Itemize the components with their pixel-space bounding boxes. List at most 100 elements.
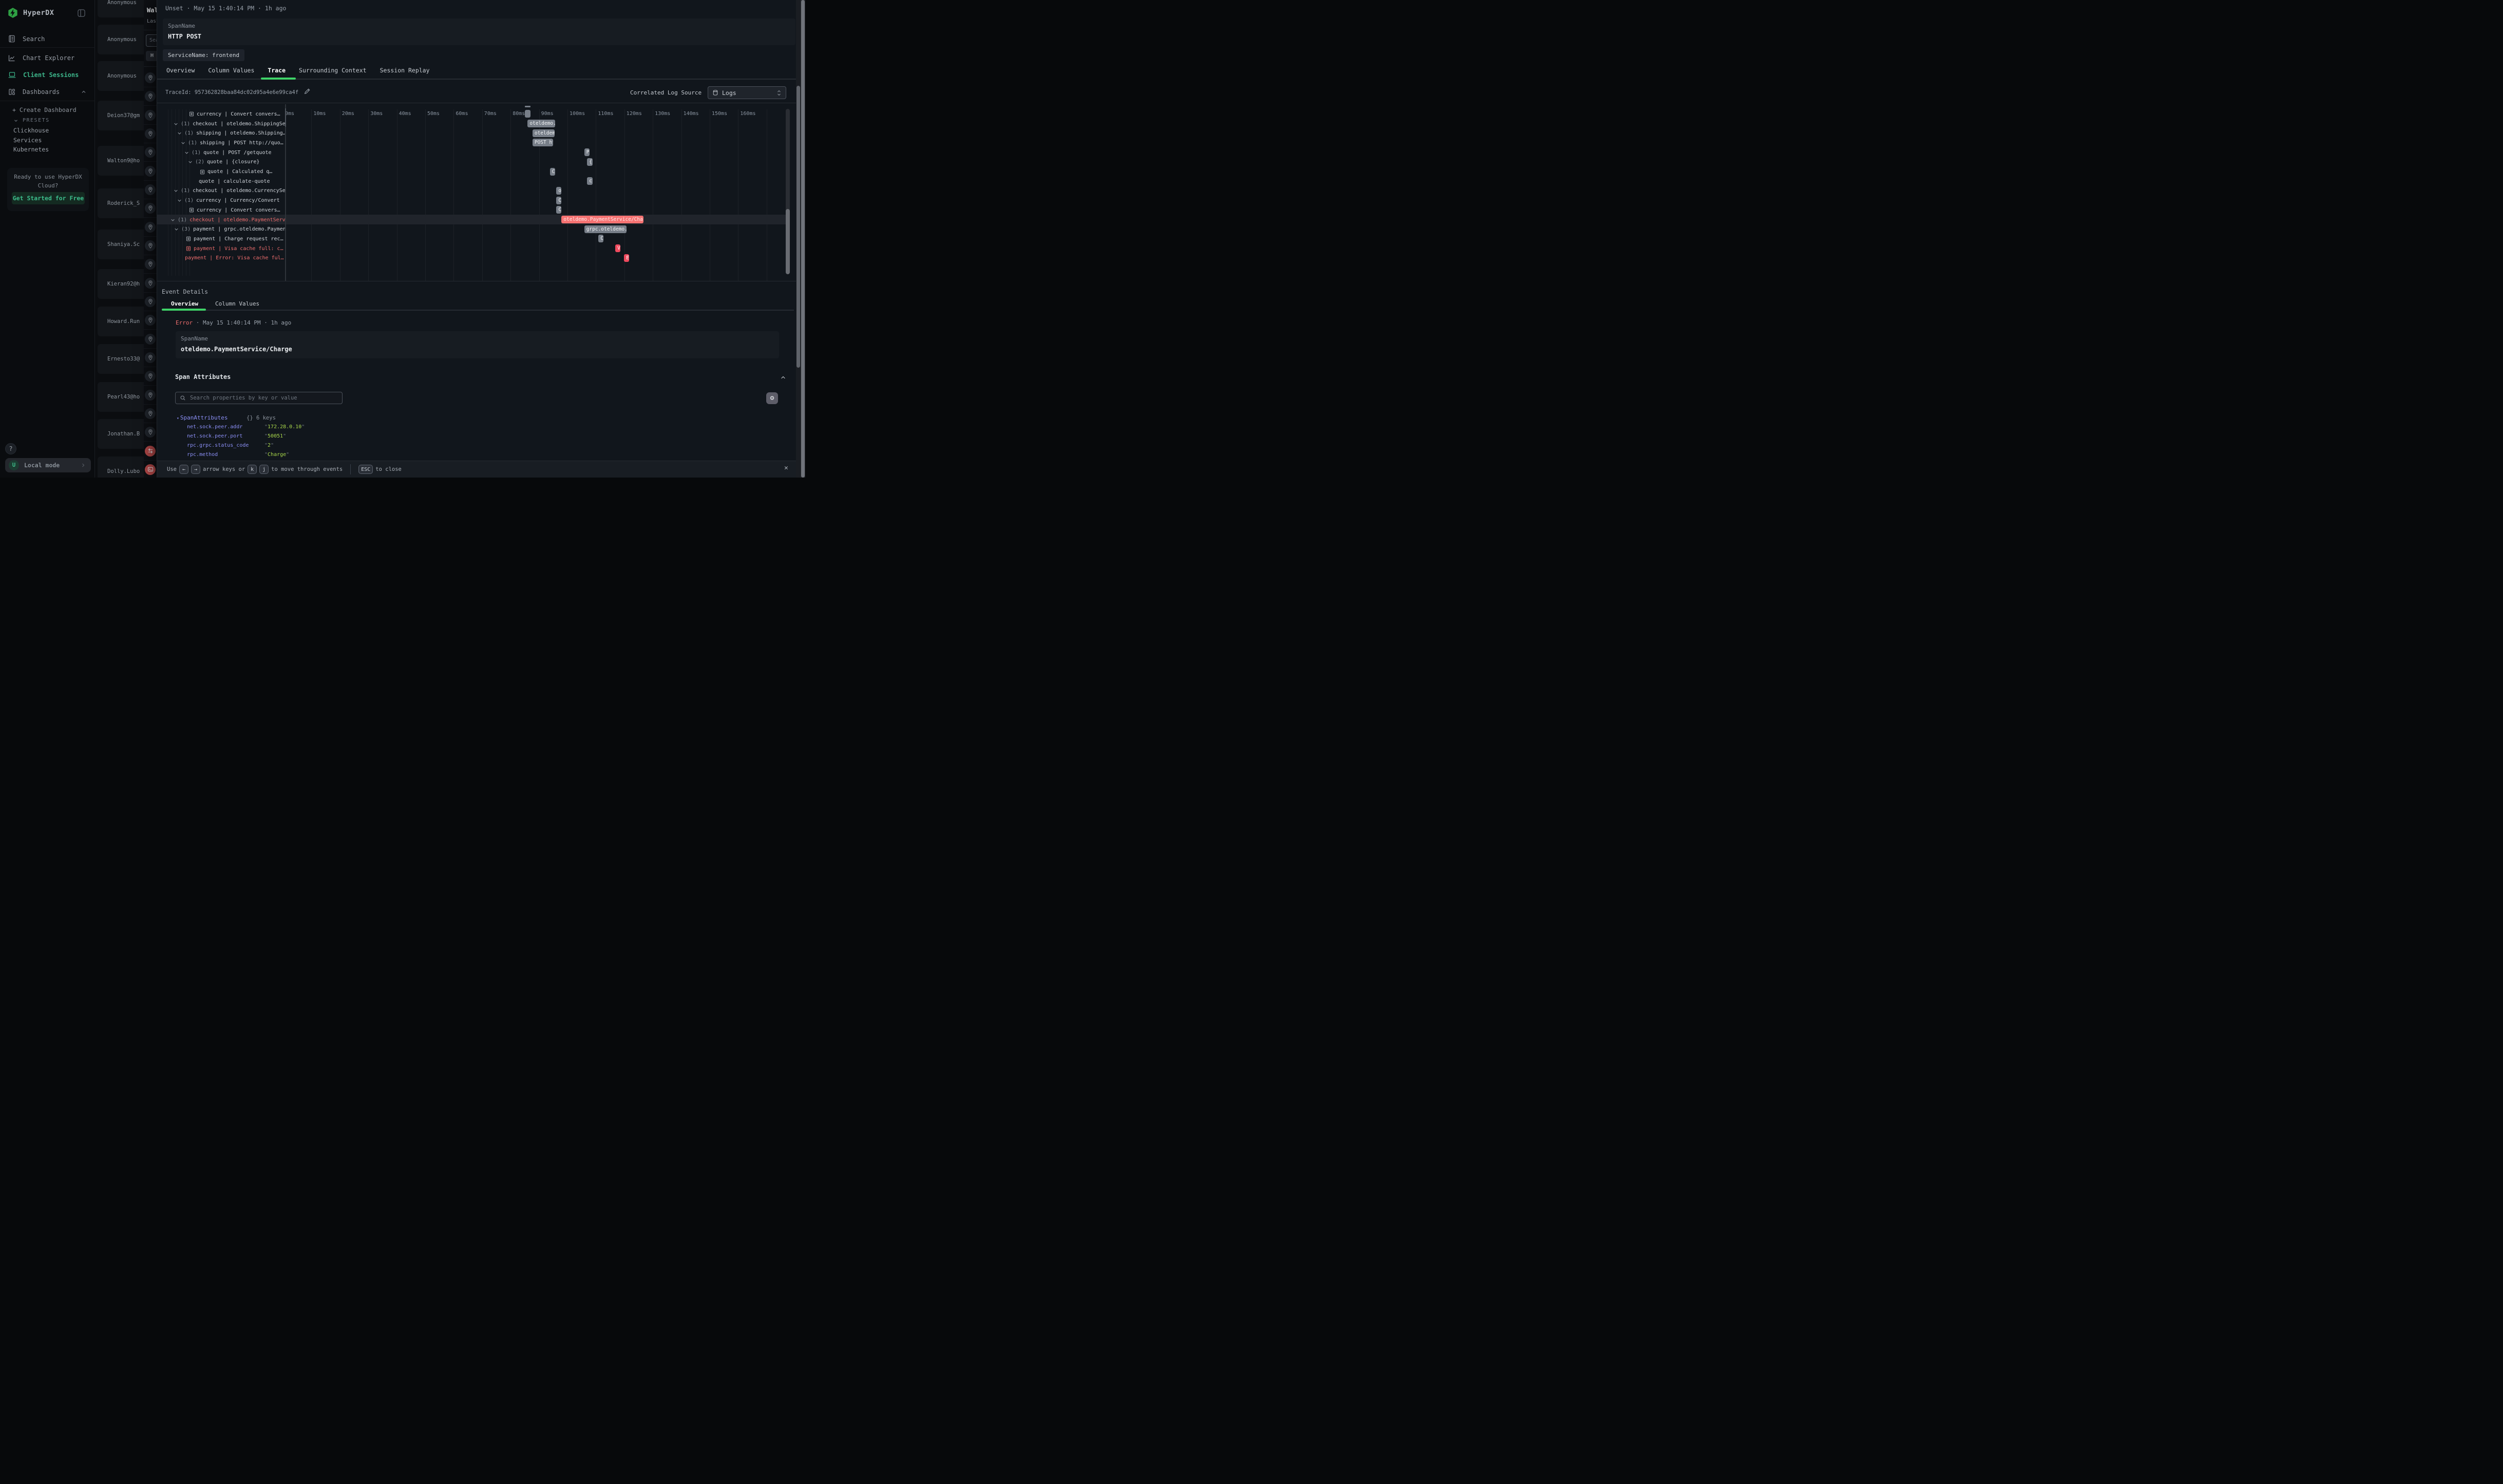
trace-tree-row[interactable]: (3)payment | grpc.oteldemo.Paymen…: [174, 224, 285, 234]
presets-header[interactable]: PRESETS: [13, 118, 50, 123]
location-pin-icon[interactable]: [145, 128, 156, 139]
sidebar-item-search[interactable]: Search: [0, 32, 95, 45]
location-pin-icon[interactable]: [145, 72, 156, 83]
trace-tree-row[interactable]: (2)quote | {closure}: [188, 158, 285, 167]
session-card[interactable]: Anonymous: [98, 25, 144, 54]
create-dashboard-link[interactable]: + Create Dashboard: [12, 106, 77, 113]
attributes-search-input[interactable]: [189, 394, 338, 402]
trace-span-bar[interactable]: oteldemo.: [527, 120, 555, 127]
location-pin-icon[interactable]: [145, 147, 156, 158]
trace-tree-row[interactable]: (1)quote | POST /getquote: [184, 148, 285, 158]
sidebar-item-dashboards[interactable]: Dashboards: [0, 85, 95, 98]
trace-span-bar[interactable]: C: [556, 206, 561, 214]
chevron-down-icon[interactable]: [181, 141, 185, 145]
trace-tree-row[interactable]: currency | Convert convers…: [189, 205, 285, 215]
attribute-key[interactable]: rpc.method: [187, 452, 218, 458]
location-pin-icon[interactable]: [145, 315, 156, 326]
gear-icon[interactable]: ⚙: [766, 392, 778, 404]
trace-span-bar[interactable]: {: [587, 158, 593, 166]
location-pin-icon[interactable]: [145, 259, 156, 270]
trace-tree-row[interactable]: (1)checkout | oteldemo.PaymentServi…: [170, 215, 285, 225]
swap-arrows-icon[interactable]: [145, 446, 156, 456]
chevron-up-icon[interactable]: [81, 89, 87, 95]
close-icon[interactable]: ✕: [784, 464, 788, 472]
trace-tree-row[interactable]: (1)checkout | oteldemo.ShippingSe…: [174, 119, 285, 129]
chevron-down-icon[interactable]: [177, 131, 182, 136]
trace-span-bar[interactable]: C: [556, 197, 561, 204]
location-pin-icon[interactable]: [145, 240, 156, 251]
trace-span-bar[interactable]: o: [556, 187, 561, 195]
location-pin-icon[interactable]: [145, 352, 156, 363]
attributes-search[interactable]: [175, 392, 343, 404]
edit-pencil-icon[interactable]: [304, 88, 311, 95]
trace-span-bar[interactable]: grpc.oteldemo.: [584, 225, 627, 233]
location-pin-icon[interactable]: [145, 278, 156, 289]
location-pin-icon[interactable]: [145, 427, 156, 437]
sidebar-item-client-sessions[interactable]: Client Sessions: [0, 68, 95, 81]
chevron-up-icon[interactable]: [780, 374, 787, 380]
chevron-down-icon[interactable]: [188, 160, 193, 164]
trace-tree-row[interactable]: (1)currency | Currency/Convert: [177, 196, 285, 205]
trace-span-bar[interactable]: POST ht: [533, 139, 553, 146]
drawer-scrollbar-thumb[interactable]: [797, 86, 800, 368]
session-card[interactable]: Pearl43@ho: [98, 382, 144, 412]
session-card[interactable]: Deion37@gm: [98, 101, 144, 130]
location-pin-icon[interactable]: [145, 110, 156, 121]
location-pin-icon[interactable]: [145, 408, 156, 419]
trace-span-bar[interactable]: E: [624, 254, 629, 262]
trace-span-bar[interactable]: V: [615, 244, 620, 252]
session-card[interactable]: Jonathan.B: [98, 419, 144, 449]
trace-tree-row[interactable]: (1)shipping | POST http://quo…: [181, 138, 285, 148]
trace-tree-row[interactable]: (1)checkout | oteldemo.CurrencySe…: [174, 186, 285, 196]
trace-span-bar[interactable]: c: [587, 177, 593, 185]
tab-session-replay[interactable]: Session Replay: [380, 67, 430, 74]
chevron-down-icon[interactable]: [174, 227, 179, 232]
chevron-down-icon[interactable]: [174, 188, 178, 193]
trace-tree-row[interactable]: currency | Convert convers…: [189, 109, 285, 119]
location-pin-icon[interactable]: [145, 184, 156, 195]
trace-span-bar[interactable]: C: [598, 235, 603, 242]
location-pin-icon[interactable]: [145, 334, 156, 345]
tab-column-values[interactable]: Column Values: [208, 67, 254, 74]
preset-item-services[interactable]: Services: [13, 137, 42, 144]
session-card[interactable]: Ernesto33@: [98, 344, 144, 374]
trace-span-bar[interactable]: oteldemo: [533, 129, 555, 137]
location-pin-icon[interactable]: [145, 390, 156, 401]
log-source-select[interactable]: Logs: [708, 86, 786, 99]
tree-chart-divider-thumb[interactable]: [285, 108, 286, 127]
terminal-icon[interactable]: [145, 464, 156, 475]
chevron-down-icon[interactable]: [174, 122, 178, 126]
event-tab-overview[interactable]: Overview: [171, 300, 198, 307]
session-card[interactable]: Anonymous: [98, 0, 144, 17]
session-card[interactable]: Roderick_S: [98, 188, 144, 218]
trace-span-bar[interactable]: oteldemo.PaymentService/Char: [561, 216, 643, 223]
trace-span-bar[interactable]: C: [550, 168, 556, 176]
session-card[interactable]: Walton9@ho: [98, 146, 144, 176]
session-card[interactable]: Kieran92@h: [98, 269, 144, 299]
session-card[interactable]: Dolly.Lubo: [98, 456, 144, 478]
location-pin-icon[interactable]: [145, 222, 156, 233]
location-pin-icon[interactable]: [145, 91, 156, 102]
session-search-input[interactable]: Sea: [146, 34, 157, 47]
chevron-down-icon[interactable]: [170, 218, 175, 222]
sidebar-collapse-icon[interactable]: [77, 9, 86, 17]
get-started-button[interactable]: Get Started for Free: [12, 192, 85, 204]
attribute-key[interactable]: net.sock.peer.port: [187, 433, 242, 439]
trace-tree-row[interactable]: payment | Error: Visa cache ful…: [185, 254, 285, 263]
tab-trace[interactable]: Trace: [268, 67, 286, 74]
attribute-key[interactable]: net.sock.peer.addr: [187, 424, 242, 430]
trace-scrollbar-thumb[interactable]: [786, 209, 790, 274]
trace-tree-row[interactable]: payment | Visa cache full: c…: [186, 244, 285, 254]
account-menu[interactable]: U Local mode: [5, 458, 91, 472]
trace-tree-row[interactable]: (1)shipping | oteldemo.Shipping…: [177, 128, 285, 138]
session-card[interactable]: Howard.Run: [98, 307, 144, 336]
highlighted-toggle-button[interactable]: H: [146, 51, 157, 61]
location-pin-icon[interactable]: [145, 203, 156, 214]
session-card[interactable]: Anonymous: [98, 61, 144, 91]
trace-span-bar[interactable]: P: [584, 148, 590, 156]
attribute-key[interactable]: rpc.grpc.status_code: [187, 443, 249, 448]
trace-tree-row[interactable]: payment | Charge request rec…: [186, 234, 285, 244]
service-name-chip[interactable]: ServiceName: frontend: [163, 49, 244, 61]
location-pin-icon[interactable]: [145, 371, 156, 382]
trace-tree-row[interactable]: quote | Calculated q…: [200, 167, 285, 177]
